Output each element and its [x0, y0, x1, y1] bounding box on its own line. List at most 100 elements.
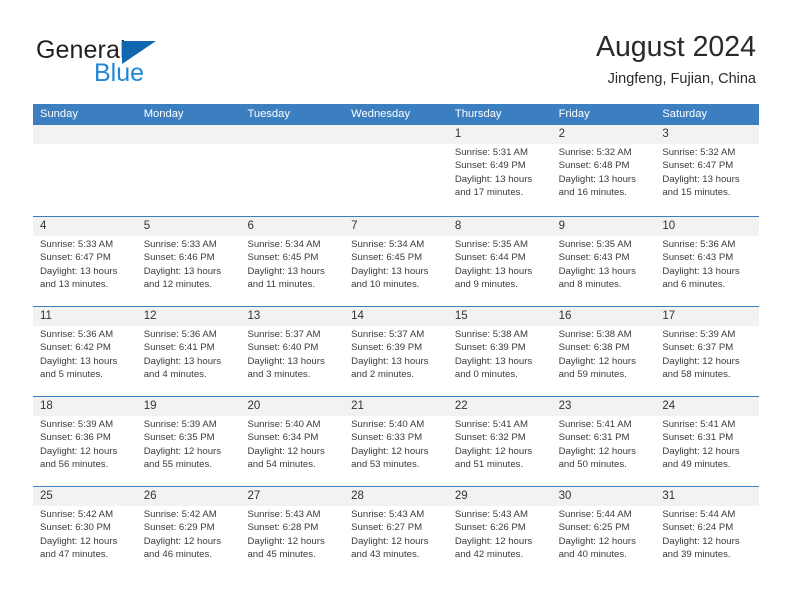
day-cell[interactable]: 26 Sunrise: 5:42 AM Sunset: 6:29 PM Dayligh… — [136, 486, 241, 576]
day-cell[interactable]: 12 Sunrise: 5:36 AM Sunset: 6:41 PM Dayligh… — [136, 306, 241, 396]
day-details: Sunrise: 5:37 AM Sunset: 6:40 PM Daylight:… — [247, 328, 341, 382]
day-number-band — [655, 125, 760, 144]
day-number: 13 — [247, 310, 261, 322]
sunrise-text: Sunrise: 5:43 AM — [351, 509, 425, 520]
day-cell[interactable]: 25 Sunrise: 5:42 AM Sunset: 6:30 PM Dayligh… — [33, 486, 137, 576]
day-number: 7 — [351, 220, 358, 232]
page-title: August 2024 — [595, 31, 756, 63]
day-cell[interactable]: 3 Sunrise: 5:32 AM Sunset: 6:47 PM Daylight… — [655, 125, 760, 215]
day-number: 14 — [351, 310, 364, 322]
daylight-text: Daylight: 12 hours — [351, 445, 429, 457]
day-cell[interactable]: 17 Sunrise: 5:39 AM Sunset: 6:37 PM Dayligh… — [655, 306, 760, 396]
logo-text-blue: Blue — [94, 59, 145, 87]
calendar-grid: Sunday Monday Tuesday Wednesday Thursday Frid… — [33, 104, 760, 576]
day-cell[interactable]: 1 Sunrise: 5:31 AM Sunset: 6:49 PM Daylight… — [447, 125, 552, 215]
day-number: 2 — [558, 128, 565, 140]
day-cell[interactable]: 6 Sunrise: 5:34 AM Sunset: 6:45 PM Daylight… — [240, 216, 345, 306]
daylight-text: and 58 minutes. — [662, 369, 731, 381]
day-cell-empty — [136, 125, 241, 215]
daylight-text: and 2 minutes. — [351, 369, 415, 381]
day-details: Sunrise: 5:42 AM Sunset: 6:29 PM Daylight:… — [144, 508, 238, 562]
day-cell[interactable]: 16 Sunrise: 5:38 AM Sunset: 6:38 PM Dayligh… — [551, 306, 656, 396]
sunrise-text: Sunrise: 5:43 AM — [247, 509, 321, 520]
daylight-text: Daylight: 13 hours — [40, 265, 118, 277]
day-details: Sunrise: 5:38 AM Sunset: 6:38 PM Daylight:… — [559, 328, 653, 382]
day-cell[interactable]: 28 Sunrise: 5:43 AM Sunset: 6:27 PM Dayligh… — [344, 486, 448, 576]
daylight-text: Daylight: 13 hours — [40, 355, 118, 367]
daylight-text: Daylight: 13 hours — [454, 265, 533, 277]
sunrise-text: Sunrise: 5:41 AM — [662, 419, 736, 430]
week-row: 11 Sunrise: 5:36 AM Sunset: 6:42 PM Dayligh… — [33, 305, 760, 396]
day-details: Sunrise: 5:33 AM Sunset: 6:46 PM Daylight:… — [144, 238, 238, 292]
daylight-text: Daylight: 13 hours — [351, 265, 429, 277]
sunrise-text: Sunrise: 5:40 AM — [247, 419, 321, 430]
day-number-band — [240, 125, 345, 144]
day-cell[interactable]: 30 Sunrise: 5:44 AM Sunset: 6:25 PM Dayligh… — [551, 486, 656, 576]
day-cell[interactable]: 19 Sunrise: 5:39 AM Sunset: 6:35 PM Dayligh… — [136, 396, 241, 486]
day-cell[interactable]: 23 Sunrise: 5:41 AM Sunset: 6:31 PM Dayligh… — [551, 396, 656, 486]
daylight-text: and 50 minutes. — [558, 459, 627, 471]
sunrise-text: Sunrise: 5:35 AM — [558, 239, 632, 250]
sunrise-text: Sunrise: 5:37 AM — [247, 329, 321, 340]
daylight-text: and 0 minutes. — [454, 369, 518, 381]
day-cell[interactable]: 21 Sunrise: 5:40 AM Sunset: 6:33 PM Dayligh… — [344, 396, 448, 486]
day-number: 19 — [143, 400, 157, 412]
day-cell[interactable]: 5 Sunrise: 5:33 AM Sunset: 6:46 PM Daylight… — [136, 216, 241, 306]
day-cell[interactable]: 20 Sunrise: 5:40 AM Sunset: 6:34 PM Dayligh… — [240, 396, 345, 486]
day-number: 20 — [247, 400, 261, 412]
daylight-text: Daylight: 13 hours — [558, 173, 636, 185]
day-cell[interactable]: 15 Sunrise: 5:38 AM Sunset: 6:39 PM Dayligh… — [447, 306, 552, 396]
sunset-text: Sunset: 6:47 PM — [40, 252, 111, 264]
day-cell[interactable]: 2 Sunrise: 5:32 AM Sunset: 6:48 PM Daylight… — [551, 125, 656, 215]
daylight-text: Daylight: 13 hours — [454, 355, 533, 367]
day-details: Sunrise: 5:36 AM Sunset: 6:43 PM Daylight:… — [662, 238, 756, 292]
day-cell[interactable]: 13 Sunrise: 5:37 AM Sunset: 6:40 PM Dayligh… — [240, 306, 345, 396]
day-cell[interactable]: 29 Sunrise: 5:43 AM Sunset: 6:26 PM Dayligh… — [447, 486, 552, 576]
sunrise-text: Sunrise: 5:40 AM — [351, 419, 425, 430]
day-cell[interactable]: 4 Sunrise: 5:33 AM Sunset: 6:47 PM Daylight… — [33, 216, 137, 306]
day-number: 22 — [454, 400, 468, 412]
day-cell[interactable]: 27 Sunrise: 5:43 AM Sunset: 6:28 PM Dayligh… — [240, 486, 345, 576]
daylight-text: Daylight: 12 hours — [40, 535, 118, 547]
day-cell[interactable]: 31 Sunrise: 5:44 AM Sunset: 6:24 PM Dayligh… — [655, 486, 760, 576]
day-details: Sunrise: 5:43 AM Sunset: 6:27 PM Daylight:… — [351, 508, 445, 562]
day-number-band — [551, 217, 656, 236]
daylight-text: and 10 minutes. — [351, 279, 420, 291]
day-cell[interactable]: 7 Sunrise: 5:34 AM Sunset: 6:45 PM Daylight… — [344, 216, 448, 306]
day-number-band — [447, 125, 552, 144]
daylight-text: and 13 minutes. — [40, 279, 109, 291]
day-number: 31 — [662, 490, 676, 502]
sunset-text: Sunset: 6:38 PM — [558, 342, 630, 354]
weekday-header-saturday: Saturday — [662, 108, 708, 120]
day-cell[interactable]: 10 Sunrise: 5:36 AM Sunset: 6:43 PM Dayligh… — [655, 216, 760, 306]
page-subtitle: Jingfeng, Fujian, China — [607, 71, 756, 87]
sunset-text: Sunset: 6:41 PM — [143, 342, 215, 354]
day-cell[interactable]: 9 Sunrise: 5:35 AM Sunset: 6:43 PM Daylight… — [551, 216, 656, 306]
week-row: 18 Sunrise: 5:39 AM Sunset: 6:36 PM Dayligh… — [33, 395, 760, 486]
daylight-text: Daylight: 13 hours — [351, 355, 429, 367]
day-cell[interactable]: 18 Sunrise: 5:39 AM Sunset: 6:36 PM Dayligh… — [33, 396, 137, 486]
daylight-text: Daylight: 12 hours — [454, 535, 533, 547]
day-details: Sunrise: 5:39 AM Sunset: 6:37 PM Daylight:… — [662, 328, 756, 382]
general-blue-logo[interactable]: General Blue — [36, 36, 226, 88]
daylight-text: and 11 minutes. — [247, 279, 315, 291]
day-number-band — [136, 125, 241, 144]
day-cell[interactable]: 8 Sunrise: 5:35 AM Sunset: 6:44 PM Daylight… — [447, 216, 552, 306]
day-details: Sunrise: 5:39 AM Sunset: 6:36 PM Daylight:… — [40, 418, 134, 472]
daylight-text: and 12 minutes. — [143, 279, 212, 291]
day-cell[interactable]: 14 Sunrise: 5:37 AM Sunset: 6:39 PM Dayligh… — [344, 306, 448, 396]
day-cell[interactable]: 11 Sunrise: 5:36 AM Sunset: 6:42 PM Dayligh… — [33, 306, 137, 396]
daylight-text: and 9 minutes. — [454, 279, 518, 291]
day-cell[interactable]: 22 Sunrise: 5:41 AM Sunset: 6:32 PM Dayligh… — [447, 396, 552, 486]
title-block: August 2024 Jingfeng, Fujian, China — [596, 30, 756, 89]
daylight-text: and 59 minutes. — [558, 369, 627, 381]
day-details: Sunrise: 5:38 AM Sunset: 6:39 PM Daylight:… — [455, 328, 549, 382]
daylight-text: Daylight: 13 hours — [454, 173, 533, 185]
day-details: Sunrise: 5:36 AM Sunset: 6:42 PM Daylight:… — [40, 328, 134, 382]
day-number: 5 — [143, 220, 151, 232]
day-details: Sunrise: 5:42 AM Sunset: 6:30 PM Daylight:… — [40, 508, 134, 562]
sunset-text: Sunset: 6:47 PM — [662, 160, 734, 172]
page-header: General Blue August 2024 Jingfeng, Fujia… — [0, 0, 792, 100]
daylight-text: Daylight: 12 hours — [143, 445, 222, 457]
day-cell[interactable]: 24 Sunrise: 5:41 AM Sunset: 6:31 PM Dayligh… — [655, 396, 760, 486]
